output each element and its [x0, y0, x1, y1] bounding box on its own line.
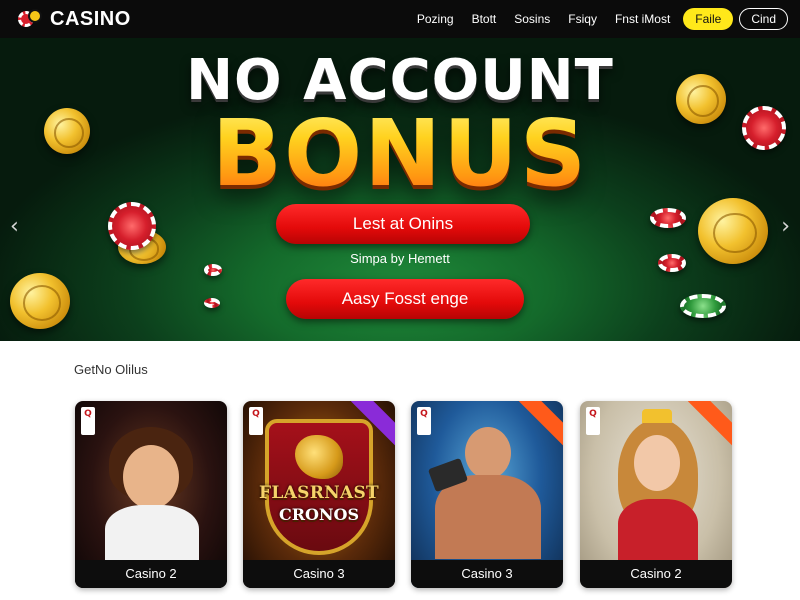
top-navigation-bar: CASINO Pozing Btott Sosins Fsiqy Fnst iM…	[0, 0, 800, 38]
card-corner-icon: Q	[81, 407, 95, 435]
games-section-title: GetNo Olilus	[74, 362, 148, 377]
nav-link-1[interactable]: Pozing	[408, 12, 463, 26]
character-face	[123, 445, 179, 509]
main-nav: Pozing Btott Sosins Fsiqy Fnst iMost Fai…	[408, 8, 800, 30]
card-corner-icon: Q	[417, 407, 431, 435]
game-art-subtitle: CRONOS	[278, 505, 360, 524]
card-corner-icon: Q	[249, 407, 263, 435]
gold-coin-icon	[10, 273, 70, 329]
character-face	[465, 427, 511, 479]
character-body	[618, 499, 698, 561]
nav-link-2[interactable]: Btott	[463, 12, 506, 26]
carousel-prev-arrow-icon[interactable]: ‹	[10, 214, 19, 239]
card-corner-icon: Q	[586, 407, 600, 435]
character-body	[435, 475, 541, 559]
hero-banner: NO ACCOUNT BONUS Lest at Onins Simpa by …	[0, 38, 800, 341]
hero-subtitle: Simpa by Hemett	[350, 251, 450, 266]
game-art-title: FLASRNAST	[259, 483, 379, 503]
hero-primary-button[interactable]: Lest at Onins	[276, 204, 530, 244]
casino-logo[interactable]: CASINO	[18, 8, 131, 31]
brand-name: CASINO	[50, 7, 131, 30]
game-card[interactable]: Q Casino 2	[75, 401, 227, 588]
game-card-label: Casino 2	[580, 560, 732, 588]
character-face	[634, 435, 680, 491]
card-ribbon-badge	[519, 401, 563, 448]
card-ribbon-badge	[688, 401, 732, 448]
game-card-label: Casino 2	[75, 560, 227, 588]
outline-nav-button[interactable]: Cind	[739, 8, 788, 30]
poker-chip-icon	[650, 208, 686, 228]
game-card-label: Casino 3	[411, 560, 563, 588]
poker-chip-icon	[680, 294, 726, 318]
poker-chip-icon	[204, 298, 220, 308]
poker-chip-icon	[108, 202, 156, 250]
carousel-next-arrow-icon[interactable]: ›	[781, 214, 790, 239]
primary-nav-button[interactable]: Faile	[683, 8, 734, 30]
hero-secondary-button[interactable]: Aasy Fosst enge	[286, 279, 524, 319]
game-card[interactable]: FLASRNAST CRONOS Q Casino 3	[243, 401, 395, 588]
game-card[interactable]: Q Casino 2	[580, 401, 732, 588]
crown-icon	[642, 409, 672, 423]
character-body	[105, 505, 199, 565]
game-card-label: Casino 3	[243, 560, 395, 588]
nav-link-3[interactable]: Sosins	[505, 12, 559, 26]
casino-chips-logo-icon	[18, 8, 46, 30]
nav-link-4[interactable]: Fsiqy	[559, 12, 606, 26]
game-card[interactable]: Q Casino 3	[411, 401, 563, 588]
hero-title-line2: BONUS	[0, 100, 800, 207]
nav-link-5[interactable]: Fnst iMost	[606, 12, 679, 26]
